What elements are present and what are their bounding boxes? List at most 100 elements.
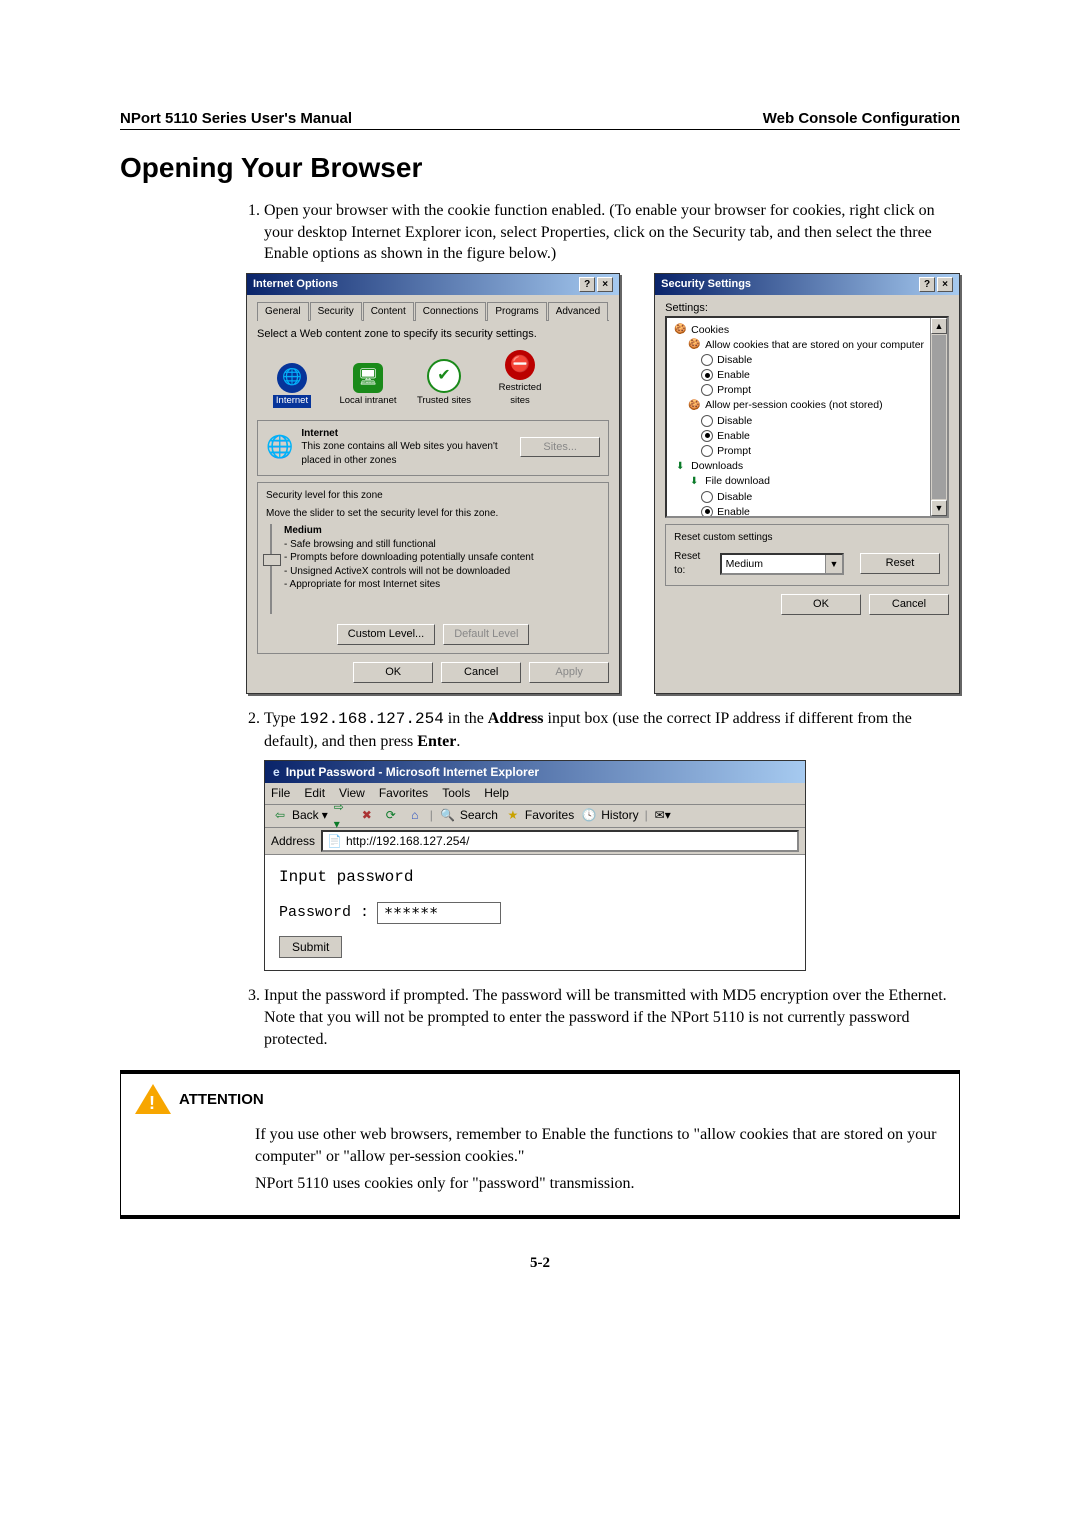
sites-button[interactable]: Sites...: [520, 437, 600, 458]
attention-p1: If you use other web browsers, remember …: [255, 1124, 945, 1167]
zone-local-intranet[interactable]: 🖥 Local intranet: [337, 363, 399, 408]
opt-prompt: Prompt: [717, 444, 751, 458]
tab-advanced[interactable]: Advanced: [548, 302, 608, 322]
radio-enable[interactable]: [701, 506, 713, 518]
zone-prompt: Select a Web content zone to specify its…: [257, 327, 609, 342]
radio-disable[interactable]: [701, 415, 713, 427]
ok-button[interactable]: OK: [781, 594, 861, 615]
submit-button[interactable]: Submit: [279, 936, 342, 958]
cookie-icon: 🍪: [673, 323, 687, 337]
scroll-thumb-icon[interactable]: [932, 335, 946, 499]
page-heading: Input password: [279, 867, 791, 889]
scroll-down-icon[interactable]: ▼: [931, 500, 947, 516]
radio-prompt[interactable]: [701, 384, 713, 396]
header-right: Web Console Configuration: [763, 110, 960, 127]
zone-desc-text: This zone contains all Web sites you hav…: [301, 440, 512, 467]
tab-programs[interactable]: Programs: [487, 302, 546, 322]
tab-connections[interactable]: Connections: [415, 302, 487, 322]
mail-icon[interactable]: ✉▾: [654, 807, 672, 825]
zone-trusted-label: Trusted sites: [417, 395, 471, 408]
attention-title: ATTENTION: [179, 1091, 264, 1108]
back-icon: ⇦: [271, 807, 289, 825]
opt-enable: Enable: [717, 368, 750, 382]
refresh-icon[interactable]: ⟳: [382, 807, 400, 825]
slider-thumb-icon[interactable]: [263, 554, 281, 566]
security-level-box: Security level for this zone Move the sl…: [257, 482, 609, 654]
apply-button[interactable]: Apply: [529, 662, 609, 683]
favorites-button[interactable]: ★Favorites: [504, 807, 574, 825]
step-2-code: 192.168.127.254: [300, 710, 444, 728]
tab-security[interactable]: Security: [310, 302, 362, 322]
menu-tools[interactable]: Tools: [442, 785, 470, 801]
password-input[interactable]: ******: [377, 902, 501, 924]
globe-icon: 🌐: [277, 363, 307, 393]
menu-favorites[interactable]: Favorites: [379, 785, 428, 801]
radio-enable[interactable]: [701, 430, 713, 442]
radio-disable[interactable]: [701, 491, 713, 503]
intranet-icon: 🖥: [353, 363, 383, 393]
step-3: Input the password if prompted. The pass…: [264, 985, 960, 1050]
internet-options-dialog: Internet Options ? × General Security Co…: [246, 273, 620, 694]
radio-disable[interactable]: [701, 354, 713, 366]
menu-edit[interactable]: Edit: [304, 785, 325, 801]
zone-intranet-label: Local intranet: [339, 395, 396, 408]
menu-help[interactable]: Help: [484, 785, 509, 801]
search-button[interactable]: 🔍Search: [439, 807, 498, 825]
cancel-button[interactable]: Cancel: [441, 662, 521, 683]
default-level-button[interactable]: Default Level: [443, 624, 529, 645]
forward-icon[interactable]: ⇨ ▾: [334, 807, 352, 825]
cancel-button[interactable]: Cancel: [869, 594, 949, 615]
warning-icon: !: [135, 1084, 171, 1114]
reset-level-dropdown[interactable]: Medium: [720, 553, 844, 575]
menu-file[interactable]: File: [271, 785, 290, 801]
zone-description-box: 🌐 Internet This zone contains all Web si…: [257, 420, 609, 477]
ie-window: e Input Password - Microsoft Internet Ex…: [264, 760, 806, 971]
help-icon[interactable]: ?: [579, 277, 595, 292]
close-icon[interactable]: ×: [597, 277, 613, 292]
tab-strip: General Security Content Connections Pro…: [257, 301, 609, 322]
zone-restricted-label: Restricted sites: [489, 382, 551, 408]
reset-group-label: Reset custom settings: [674, 531, 940, 545]
zone-internet-label: Internet: [273, 395, 311, 408]
password-label: Password :: [279, 903, 369, 923]
settings-tree[interactable]: ▲ ▼ 🍪Cookies 🍪Allow cookies that are sto…: [665, 316, 949, 518]
security-slider[interactable]: [266, 524, 276, 614]
tab-content[interactable]: Content: [363, 302, 414, 322]
help-icon[interactable]: ?: [919, 277, 935, 292]
step-3-text: Input the password if prompted. The pass…: [264, 987, 947, 1047]
ie-title-text: Input Password - Microsoft Internet Expl…: [286, 764, 539, 780]
address-input[interactable]: 📄 http://192.168.127.254/: [321, 830, 799, 852]
zone-restricted-sites[interactable]: ⛔ Restricted sites: [489, 350, 551, 408]
scrollbar[interactable]: ▲ ▼: [930, 318, 947, 516]
opt-prompt: Prompt: [717, 383, 751, 397]
bullet-1: - Safe browsing and still functional: [284, 538, 534, 552]
address-label: Address: [271, 833, 315, 849]
header-rule: [120, 129, 960, 130]
scroll-up-icon[interactable]: ▲: [931, 318, 947, 334]
tab-general[interactable]: General: [257, 302, 309, 322]
history-button[interactable]: 🕓History: [580, 807, 638, 825]
stop-icon[interactable]: ✖: [358, 807, 376, 825]
download-icon: ⬇: [687, 474, 701, 488]
attention-p2: NPort 5110 uses cookies only for "passwo…: [255, 1173, 945, 1195]
reset-button[interactable]: Reset: [860, 553, 940, 574]
radio-prompt[interactable]: [701, 445, 713, 457]
attention-box: ! ATTENTION If you use other web browser…: [120, 1070, 960, 1219]
opt-disable: Disable: [717, 490, 752, 504]
step-2-enter-word: Enter: [417, 733, 456, 750]
zone-internet[interactable]: 🌐 Internet: [261, 363, 323, 408]
custom-level-button[interactable]: Custom Level...: [337, 624, 435, 645]
settings-label: Settings:: [665, 301, 949, 316]
ok-button[interactable]: OK: [353, 662, 433, 683]
home-icon[interactable]: ⌂: [406, 807, 424, 825]
security-level-label: Security level for this zone: [266, 489, 600, 503]
close-icon[interactable]: ×: [937, 277, 953, 292]
node-allow-session: Allow per-session cookies (not stored): [705, 398, 882, 412]
back-label: Back: [292, 807, 319, 823]
radio-enable[interactable]: [701, 369, 713, 381]
step-2-mid: in the: [444, 710, 488, 727]
dialog-title: Internet Options: [253, 277, 338, 292]
ie-page-icon: 📄: [327, 833, 342, 849]
back-button[interactable]: ⇦Back ▾: [271, 807, 328, 825]
zone-trusted-sites[interactable]: ✔ Trusted sites: [413, 359, 475, 408]
